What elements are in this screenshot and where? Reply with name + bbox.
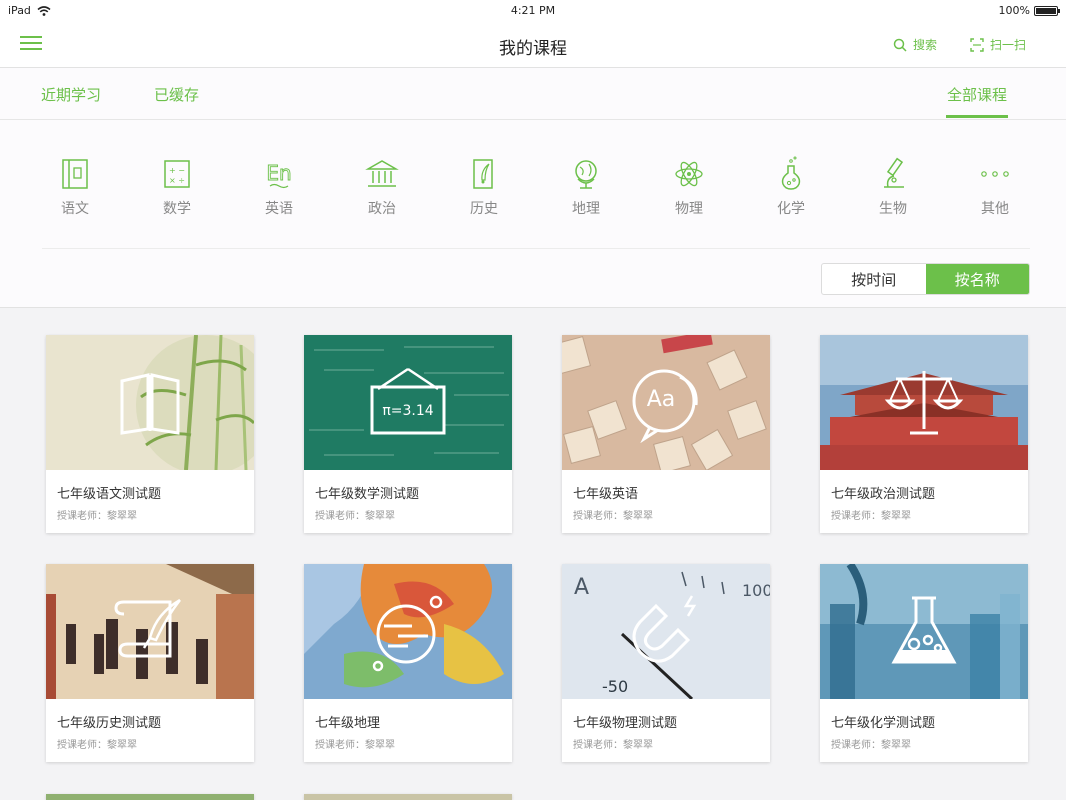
course-card-geography[interactable]: 七年级地理 授课老师：黎翠翠 (304, 564, 512, 762)
sort-toggle: 按时间 按名称 (821, 263, 1030, 295)
course-teacher: 授课老师：黎翠翠 (831, 740, 911, 751)
course-card-physics[interactable]: A 100 -50 七年级物理测试题 授课老师：黎翠翠 (562, 564, 770, 762)
search-icon (893, 38, 907, 52)
course-title: 七年级化学测试题 (831, 716, 936, 731)
subject-math[interactable]: + − × ÷ 数学 (147, 156, 207, 218)
divider (42, 248, 1030, 249)
course-thumbnail (304, 564, 512, 699)
course-teacher: 授课老师：黎翠翠 (57, 740, 137, 751)
course-card-english[interactable]: Aa 七年级英语 授课老师：黎翠翠 (562, 335, 770, 533)
course-card-partial[interactable] (304, 794, 512, 800)
course-card-politics[interactable]: 七年级政治测试题 授课老师：黎翠翠 (820, 335, 1028, 533)
course-title: 七年级数学测试题 (315, 487, 420, 502)
course-card-chemistry[interactable]: 七年级化学测试题 授课老师：黎翠翠 (820, 564, 1028, 762)
course-title: 七年级地理 (315, 716, 381, 731)
bubble-text: Aa (646, 387, 676, 412)
svg-text:× ÷: × ÷ (169, 176, 185, 185)
svg-text:+ −: + − (169, 166, 185, 175)
battery-percent: 100% (998, 4, 1030, 17)
open-book-icon (120, 373, 180, 435)
course-title: 七年级语文测试题 (57, 487, 162, 502)
tab-recent[interactable]: 近期学习 (41, 84, 101, 105)
calculator-icon: + −× ÷ (164, 160, 190, 188)
atom-icon (675, 161, 703, 187)
globe-icon (575, 160, 597, 189)
scroll-quill-icon (114, 598, 181, 658)
search-label: 搜索 (913, 38, 938, 52)
tab-all-courses[interactable]: 全部课程 (947, 84, 1007, 105)
subject-filter-panel: 语文 + − × ÷ 数学 En 英语 政治 历史 地理 物理 化学 生物 其他 … (0, 120, 1066, 308)
course-teacher: 授课老师：黎翠翠 (573, 511, 653, 522)
course-thumbnail: A 100 -50 (562, 564, 770, 699)
book-icon (62, 159, 88, 189)
svg-text:100: 100 (742, 581, 770, 600)
nav-bar: 我的课程 搜索 扫一扫 (0, 22, 1066, 68)
svg-text:-50: -50 (602, 677, 628, 696)
active-tab-indicator (946, 115, 1008, 118)
scan-label: 扫一扫 (990, 38, 1027, 52)
more-dots-icon (981, 171, 1009, 177)
course-title: 七年级历史测试题 (57, 716, 162, 731)
quill-scroll-icon (473, 159, 493, 189)
course-title: 七年级英语 (573, 487, 639, 502)
course-card-history[interactable]: 七年级历史测试题 授课老师：黎翠翠 (46, 564, 254, 762)
course-card-math[interactable]: π=3.14 七年级数学测试题 授课老师：黎翠翠 (304, 335, 512, 533)
course-grid: 七年级语文测试题 授课老师：黎翠翠 π=3.14 七年级数学测试题 授课老师：黎… (0, 308, 1066, 800)
course-title: 七年级物理测试题 (573, 716, 678, 731)
course-teacher: 授课老师：黎翠翠 (573, 740, 653, 751)
scan-icon (970, 37, 984, 52)
subject-english[interactable]: En 英语 (249, 156, 309, 218)
course-thumbnail: π=3.14 (304, 335, 512, 470)
subject-biology[interactable]: 生物 (863, 156, 923, 218)
course-tabs: 近期学习 已缓存 全部课程 (0, 68, 1066, 120)
course-teacher: 授课老师：黎翠翠 (315, 740, 395, 751)
course-teacher: 授课老师：黎翠翠 (315, 511, 395, 522)
subject-history[interactable]: 历史 (454, 156, 514, 218)
sort-by-time-button[interactable]: 按时间 (822, 264, 926, 294)
course-card-chinese[interactable]: 七年级语文测试题 授课老师：黎翠翠 (46, 335, 254, 533)
sort-by-name-button[interactable]: 按名称 (925, 264, 1029, 294)
subject-politics[interactable]: 政治 (352, 156, 412, 218)
course-title: 七年级政治测试题 (831, 487, 936, 502)
erlenmeyer-flask-icon (891, 596, 957, 664)
course-thumbnail (46, 335, 254, 470)
course-thumbnail: Aa (562, 335, 770, 470)
course-card-partial[interactable] (46, 794, 254, 800)
course-teacher: 授课老师：黎翠翠 (831, 511, 911, 522)
microscope-icon (884, 157, 904, 188)
subject-chinese[interactable]: 语文 (45, 156, 105, 218)
course-thumbnail (820, 564, 1028, 699)
subject-geography[interactable]: 地理 (556, 156, 616, 218)
course-thumbnail (820, 335, 1028, 470)
tab-cached[interactable]: 已缓存 (154, 84, 199, 105)
course-teacher: 授课老师：黎翠翠 (57, 511, 137, 522)
subject-other[interactable]: 其他 (965, 156, 1025, 218)
planet-icon (372, 595, 443, 672)
balance-scale-icon (884, 371, 964, 435)
course-thumbnail (46, 564, 254, 699)
svg-text:En: En (266, 161, 291, 185)
battery-icon (1034, 5, 1060, 16)
flask-icon (781, 156, 801, 190)
search-button[interactable]: 搜索 (893, 36, 937, 53)
subject-chemistry[interactable]: 化学 (761, 156, 821, 218)
scan-button[interactable]: 扫一扫 (970, 36, 1026, 53)
subject-physics[interactable]: 物理 (659, 156, 719, 218)
government-building-icon (365, 160, 399, 187)
status-bar: iPad 4:21 PM 100% (0, 0, 1066, 22)
en-letters-icon: En (266, 161, 292, 189)
svg-text:A: A (574, 575, 589, 600)
status-time: 4:21 PM (510, 4, 556, 17)
board-text: π=3.14 (382, 403, 434, 419)
magnet-icon (632, 595, 697, 663)
